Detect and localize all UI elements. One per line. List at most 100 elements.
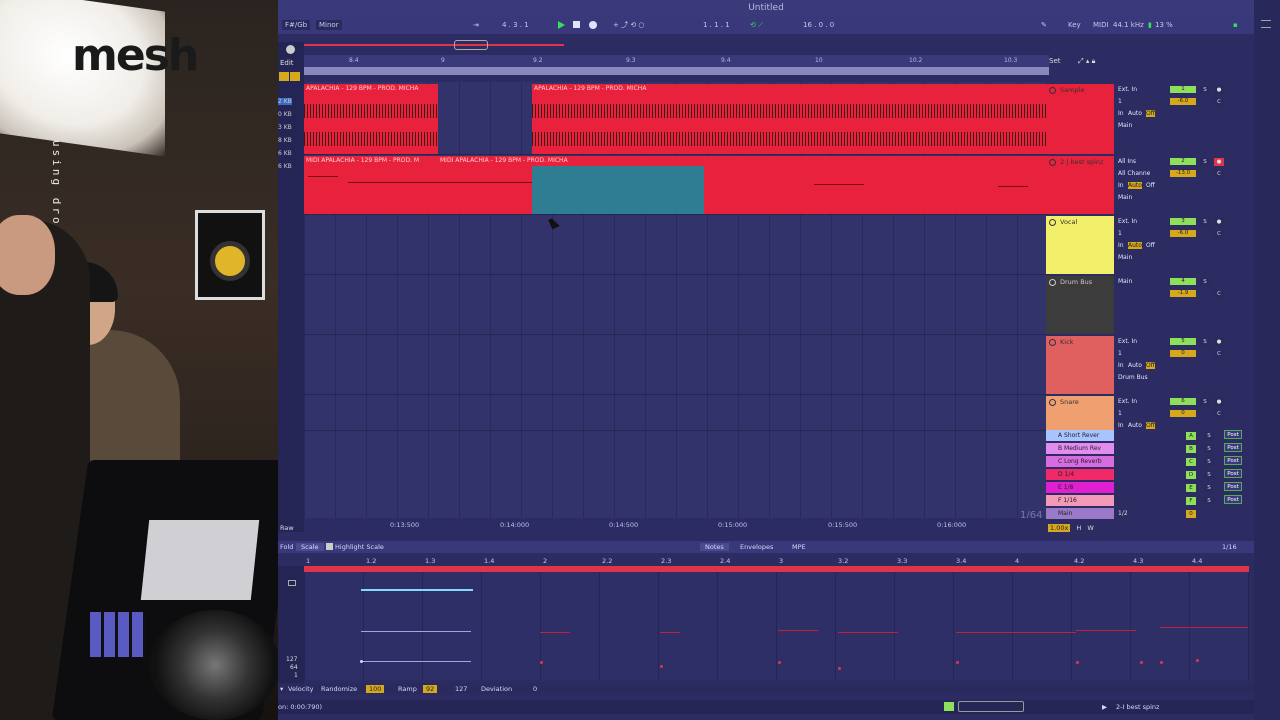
monitor-auto[interactable]: Auto [1128,242,1142,249]
track-activator[interactable]: 3 [1170,218,1196,225]
input-type-select[interactable]: Ext. In [1118,338,1137,345]
track-volume[interactable]: -1.9 [1170,290,1196,297]
input-type-select[interactable]: Ext. In [1118,218,1137,225]
pan-knob[interactable]: C [1214,170,1224,178]
return-track[interactable]: A Short Rever A S Post [1046,430,1254,442]
input-channel-select[interactable]: All Channe [1118,170,1150,177]
monitor-in[interactable]: In [1118,422,1124,429]
pan-knob[interactable]: C [1214,350,1224,358]
monitor-in[interactable]: In [1118,110,1124,117]
solo-button[interactable]: S [1204,471,1214,479]
output-select[interactable]: Main [1118,194,1132,201]
velocity-point[interactable] [1196,659,1199,662]
velocity-point[interactable] [1140,661,1143,664]
midi-note[interactable] [540,632,570,633]
cue-ratio[interactable]: 1/2 [1118,510,1128,517]
velocity-point[interactable] [360,660,363,663]
tab-notes[interactable]: Notes [700,543,729,551]
post-button[interactable]: Post [1224,482,1242,491]
midi-note[interactable] [956,632,1076,633]
collapse-icon[interactable]: ▾ [280,685,283,693]
monitor-in[interactable]: In [1118,362,1124,369]
track-header-drum-bus[interactable]: Drum Bus [1046,276,1114,334]
return-activator[interactable]: A [1186,432,1196,440]
output-select[interactable]: Main [1118,122,1132,129]
solo-button[interactable]: S [1200,398,1210,406]
overview-thumb[interactable] [454,40,488,50]
velocity-point[interactable] [1160,661,1163,664]
arm-button[interactable]: ● [1214,218,1224,226]
track-volume[interactable]: -13.0 [1170,170,1196,177]
midi-clip[interactable]: MIDI APALACHIA - 129 BPM - PROD. MICHA [438,156,1046,214]
monitor-in[interactable]: In [1118,242,1124,249]
pan-knob[interactable]: C [1214,290,1224,298]
master-volume[interactable]: 0 [1186,510,1196,518]
pan-knob[interactable]: C [1214,410,1224,418]
post-button[interactable]: Post [1224,495,1242,504]
overdub-icon[interactable]: + ⤴ ⟲ ○ [613,20,645,30]
ramp-end-value[interactable]: 127 [455,685,467,693]
audio-clip[interactable]: APALACHIA - 129 BPM - PROD. MICHA [532,84,1046,154]
tempo-scale[interactable]: 1.00x [1048,524,1071,532]
midi-note[interactable] [660,632,680,633]
arm-button[interactable]: ● [1214,398,1224,406]
overview-scroller[interactable] [304,40,1049,52]
velocity-point[interactable] [838,667,841,670]
w-button[interactable]: W [1087,524,1093,532]
stop-button[interactable] [573,21,580,28]
solo-button[interactable]: S [1204,432,1214,440]
return-activator[interactable]: F [1186,497,1196,505]
track-fold-icon[interactable] [1049,218,1056,226]
monitor-off[interactable]: Off [1146,110,1155,117]
editor-beat-ruler[interactable]: 1 1.2 1.3 1.4 2 2.2 2.3 2.4 3 3.2 3.3 3.… [304,556,1249,566]
arm-button[interactable]: ● [1214,338,1224,346]
track-header-sample[interactable]: Sample [1046,84,1114,154]
loop-icon[interactable]: ⟲ ⟋ [750,21,763,30]
post-button[interactable]: Post [1224,430,1242,439]
randomize-value[interactable]: 100 [366,685,385,693]
track-header-kick[interactable]: Kick [1046,336,1114,394]
solo-button[interactable]: S [1200,338,1210,346]
velocity-point[interactable] [1076,661,1079,664]
time-signature[interactable]: 4 . 3 . 1 [502,21,529,29]
menu-icon[interactable] [1261,20,1271,28]
monitor-in[interactable]: In [1118,182,1124,189]
solo-button[interactable]: S [1200,158,1210,166]
tab-envelopes[interactable]: Envelopes [740,543,773,551]
ramp-start-value[interactable]: 92 [423,685,438,693]
input-channel-select[interactable]: 1 [1118,98,1122,105]
audio-clip[interactable]: APALACHIA - 129 BPM - PROD. MICHA [304,84,438,154]
scale-button[interactable]: Scale [296,543,324,551]
grid-size[interactable]: 1/16 [1222,543,1237,551]
pencil-icon[interactable]: ✎ [1041,21,1047,29]
loop-brace[interactable] [304,67,1049,75]
fold-button[interactable]: Fold [280,543,293,551]
post-button[interactable]: Post [1224,469,1242,478]
pan-knob[interactable]: C [1214,98,1224,106]
master-tempo-scale[interactable]: 1.00x H W [1048,524,1094,532]
lock-icon[interactable] [279,72,289,81]
loop-length[interactable]: 16 . 0 . 0 [803,21,834,29]
input-channel-select[interactable]: 1 [1118,230,1122,237]
solo-button[interactable]: S [1200,278,1210,286]
monitor-off[interactable]: Off [1146,182,1155,189]
song-position[interactable]: 1 . 1 . 1 [703,21,730,29]
key-selector[interactable]: F#/Gb [282,20,311,30]
monitor-auto[interactable]: Auto [1128,362,1142,369]
track-activator[interactable]: 4 [1170,278,1196,285]
status-scroller[interactable] [958,701,1024,712]
note-editor-grid[interactable] [304,572,1249,680]
time-ruler[interactable]: 0:13:500 0:14:000 0:14:500 0:15:000 0:15… [304,518,1046,532]
track-header-best-spinz[interactable]: 2 | best spinz [1046,156,1114,214]
highlight-checkbox[interactable] [326,543,333,550]
deviation-value[interactable]: 0 [533,685,537,693]
play-button[interactable] [558,21,565,29]
return-track[interactable]: B Medium Rev B S Post [1046,443,1254,455]
midi-mapping-button[interactable]: MIDI [1093,21,1109,29]
midi-note[interactable] [838,632,898,633]
scale-selector[interactable]: Minor [316,20,342,30]
set-button[interactable]: Set [1049,57,1061,65]
edit-label[interactable]: Edit [280,59,294,67]
track-volume[interactable]: 0 [1170,350,1196,357]
post-button[interactable]: Post [1224,456,1242,465]
